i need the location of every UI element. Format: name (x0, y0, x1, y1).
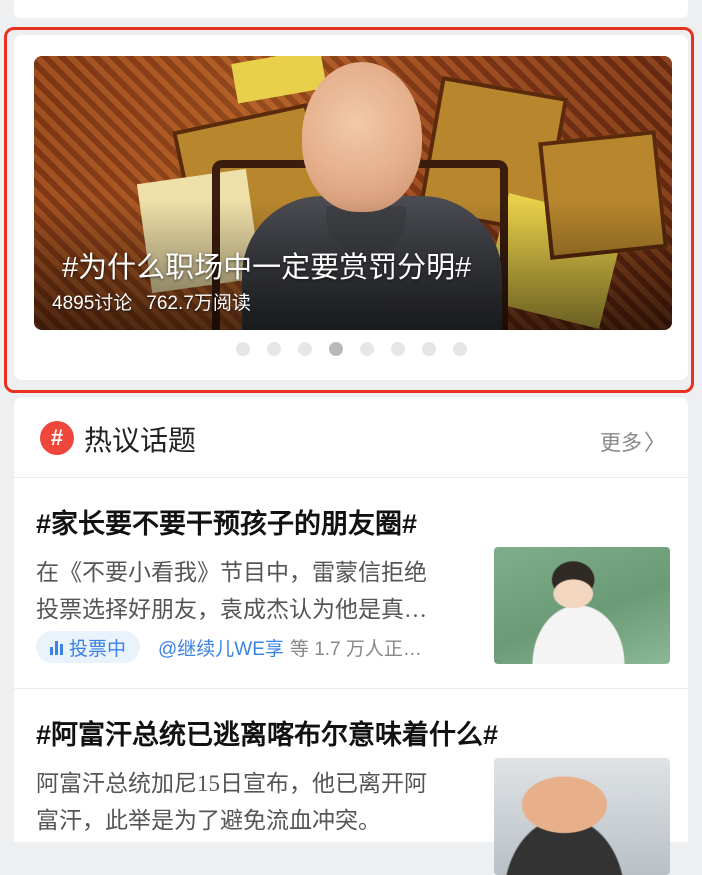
topic-title: #阿富汗总统已逃离喀布尔意味着什么# (36, 720, 499, 750)
topic-banner[interactable]: #为什么职场中一定要赏罚分明# 4895讨论 762.7万阅读 (34, 56, 672, 330)
topic-meta: 投票中 @继续儿WE享 等 1.7 万人正… (36, 630, 422, 664)
previous-card (14, 0, 688, 18)
hash-icon: # (40, 421, 74, 455)
topic-description: 在《不要小看我》节目中，雷蒙信拒绝 投票选择好朋友，袁成杰认为他是真… (36, 554, 476, 628)
more-link[interactable]: 更多〉 (600, 425, 666, 457)
carousel-dot[interactable] (453, 342, 467, 356)
carousel-dot[interactable] (391, 342, 405, 356)
chevron-right-icon: 〉 (643, 430, 666, 455)
participants-text: 等 1.7 万人正… (289, 638, 422, 660)
bar-chart-icon (50, 639, 63, 655)
topic-title: #家长要不要干预孩子的朋友圈# (36, 509, 418, 539)
topic-item[interactable]: #阿富汗总统已逃离喀布尔意味着什么# 阿富汗总统加尼15日宣布，他已离开阿 富汗… (14, 689, 688, 875)
topic-item[interactable]: #家长要不要干预孩子的朋友圈# 在《不要小看我》节目中，雷蒙信拒绝 投票选择好朋… (14, 478, 688, 689)
carousel-dot[interactable] (298, 342, 312, 356)
carousel-indicator (236, 342, 467, 356)
carousel-dot[interactable] (267, 342, 281, 356)
vote-badge[interactable]: 投票中 (36, 631, 141, 663)
more-label: 更多 (599, 432, 642, 455)
read-count: 762.7万阅读 (146, 293, 251, 314)
topic-description: 阿富汗总统加尼15日宣布，他已离开阿 富汗，此举是为了避免流血冲突。 (36, 765, 476, 839)
desc-line: 在《不要小看我》节目中，雷蒙信拒绝 (36, 560, 427, 585)
vote-badge-label: 投票中 (69, 638, 127, 660)
section-header: # 热议话题 更多〉 (14, 397, 688, 478)
topic-thumbnail (494, 758, 670, 875)
hot-topics-section: # 热议话题 更多〉 #家长要不要干预孩子的朋友圈# 在《不要小看我》节目中，雷… (14, 397, 688, 875)
user-mention[interactable]: @继续儿WE享 (158, 634, 284, 661)
desc-line: 阿富汗总统加尼15日宣布，他已离开阿 (36, 771, 427, 796)
desc-line: 投票选择好朋友，袁成杰认为他是真… (36, 597, 427, 622)
topic-thumbnail (494, 547, 670, 664)
person-head (302, 62, 422, 212)
carousel-dot[interactable] (422, 342, 436, 356)
discussion-count: 4895讨论 (52, 293, 133, 314)
section-title: 热议话题 (84, 425, 197, 456)
banner-stats: 4895讨论 762.7万阅读 (52, 288, 251, 315)
carousel-dot[interactable] (360, 342, 374, 356)
banner-title: #为什么职场中一定要赏罚分明# (62, 252, 472, 284)
desc-line: 富汗，此举是为了避免流血冲突。 (36, 808, 381, 833)
carousel-dot[interactable] (236, 342, 250, 356)
carousel-dot-active[interactable] (329, 342, 343, 356)
